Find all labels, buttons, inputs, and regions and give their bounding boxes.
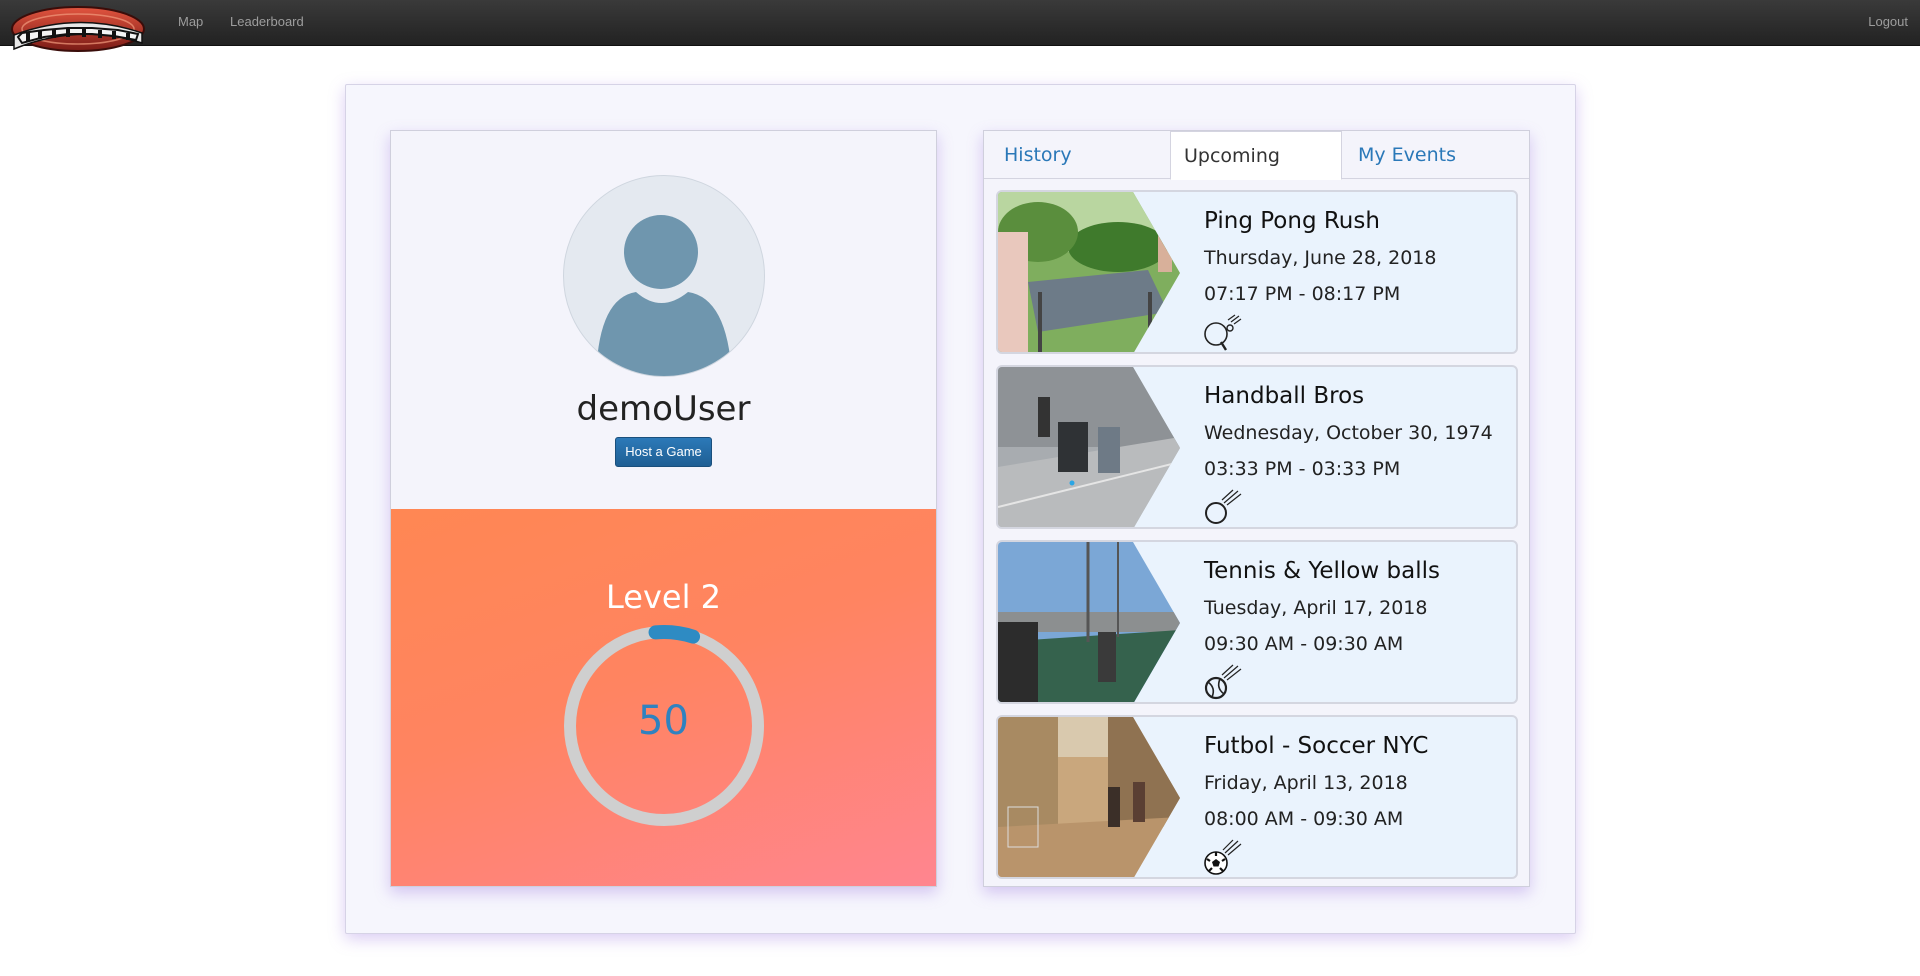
username: demoUser <box>576 389 751 429</box>
handball-icon <box>1205 489 1242 524</box>
level-label: Level 2 <box>606 578 721 616</box>
event-title: Handball Bros <box>1204 383 1365 409</box>
ping-pong-icon <box>1204 314 1242 351</box>
top-navbar: Map Leaderboard Logout <box>0 0 1920 52</box>
event-photo-ping-pong <box>998 192 1180 352</box>
event-time: 09:30 AM - 09:30 AM <box>1204 633 1404 655</box>
user-silhouette-icon <box>596 215 732 376</box>
tab-upcoming[interactable]: Upcoming <box>1170 131 1342 180</box>
events-tabs: History Upcoming My Events <box>984 131 1529 180</box>
tab-history[interactable]: History <box>1004 131 1072 179</box>
event-date: Friday, April 13, 2018 <box>1204 772 1408 794</box>
event-card-handball[interactable]: Handball Bros Wednesday, October 30, 197… <box>996 365 1518 529</box>
event-card-tennis[interactable]: Tennis & Yellow balls Tuesday, April 17,… <box>996 540 1518 704</box>
event-title: Ping Pong Rush <box>1204 208 1380 234</box>
profile-card: demoUser Host a Game Level 2 50 <box>390 130 937 887</box>
level-panel: Level 2 50 <box>391 509 936 886</box>
logout-link[interactable]: Logout <box>1868 14 1908 29</box>
tab-my-events[interactable]: My Events <box>1358 131 1456 179</box>
nav-leaderboard-link[interactable]: Leaderboard <box>230 14 304 29</box>
avatar <box>563 175 765 377</box>
event-time: 07:17 PM - 08:17 PM <box>1204 283 1401 305</box>
event-title: Futbol - Soccer NYC <box>1204 733 1429 759</box>
event-date: Wednesday, October 30, 1974 <box>1204 422 1493 444</box>
event-photo-soccer <box>998 717 1180 877</box>
event-card-soccer[interactable]: Futbol - Soccer NYC Friday, April 13, 20… <box>996 715 1518 879</box>
nav-map-link[interactable]: Map <box>178 14 203 29</box>
level-progress-arc <box>648 625 701 644</box>
event-card-ping-pong[interactable]: Ping Pong Rush Thursday, June 28, 2018 0… <box>996 190 1518 354</box>
event-time: 03:33 PM - 03:33 PM <box>1204 458 1401 480</box>
event-date: Tuesday, April 17, 2018 <box>1204 597 1428 619</box>
event-date: Thursday, June 28, 2018 <box>1204 247 1437 269</box>
event-photo-handball <box>998 367 1180 527</box>
events-panel: History Upcoming My Events Ping Pong Rus… <box>983 130 1530 887</box>
soccer-ball-icon <box>1204 839 1242 875</box>
host-game-button[interactable]: Host a Game <box>615 437 712 467</box>
event-title: Tennis & Yellow balls <box>1204 558 1440 584</box>
tennis-ball-icon <box>1204 664 1242 700</box>
event-time: 08:00 AM - 09:30 AM <box>1204 808 1404 830</box>
level-points: 50 <box>638 698 689 744</box>
event-photo-tennis <box>998 542 1180 702</box>
game-on-logo[interactable] <box>8 3 145 63</box>
